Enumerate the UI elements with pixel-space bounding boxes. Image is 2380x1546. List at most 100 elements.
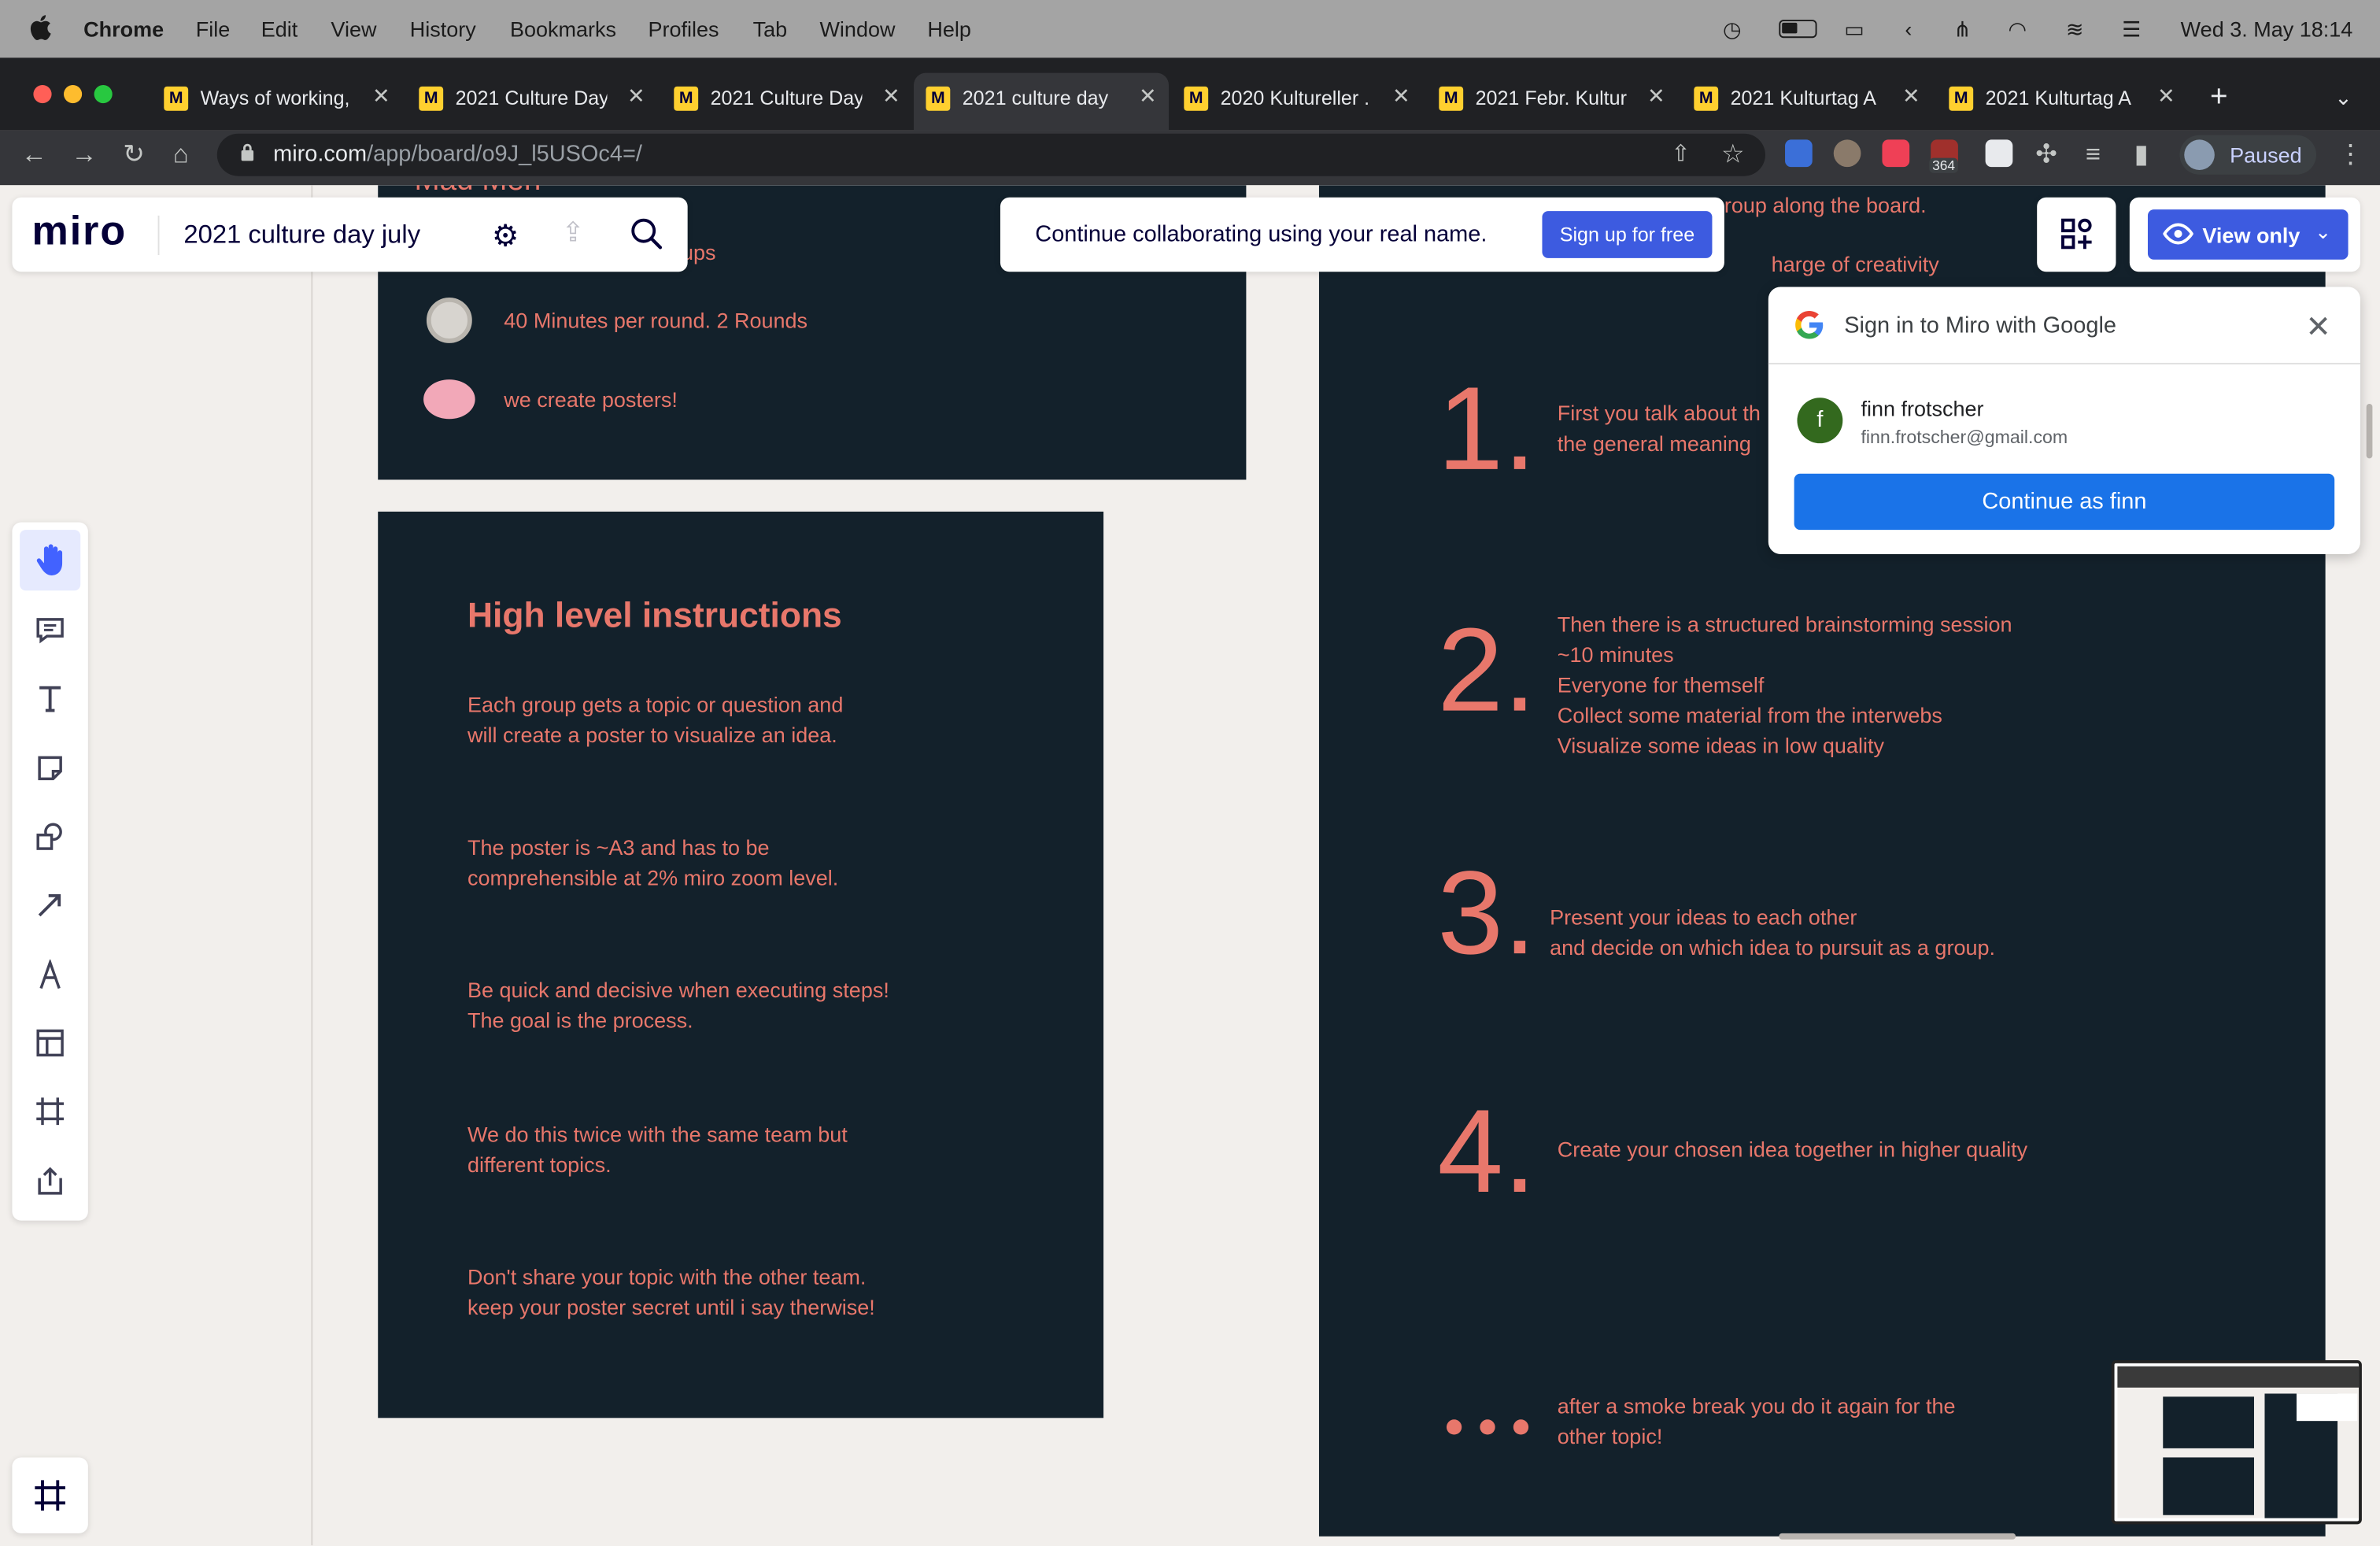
home-button[interactable]: ⌂: [173, 139, 189, 170]
tab-1[interactable]: M 2021 Culture Day ✕: [407, 73, 657, 124]
tab-active[interactable]: M 2021 culture day ✕: [914, 72, 1170, 131]
menu-tab[interactable]: Tab: [753, 17, 788, 41]
profile-paused-button[interactable]: Paused: [2179, 135, 2317, 175]
close-icon[interactable]: ✕: [882, 83, 900, 109]
close-icon[interactable]: ✕: [2306, 309, 2331, 346]
extension-box-icon[interactable]: [1985, 139, 2013, 168]
account-avatar: f: [1797, 398, 1843, 444]
reload-button[interactable]: ↻: [123, 139, 144, 170]
connection-line-icon[interactable]: [20, 875, 80, 935]
back-button[interactable]: ←: [21, 139, 47, 170]
view-only-button[interactable]: View only ⌄: [2147, 209, 2349, 260]
window-minimize-button[interactable]: [64, 85, 83, 104]
close-icon[interactable]: ✕: [1647, 83, 1665, 109]
brain-icon: [423, 379, 475, 420]
templates-icon[interactable]: [20, 1012, 80, 1073]
hand-tool-icon[interactable]: [20, 530, 81, 591]
display-icon[interactable]: ▭: [1844, 17, 1864, 43]
tab-title: 2021 culture day: [962, 86, 1109, 109]
tab-search-chevron-icon[interactable]: ⌄: [2334, 85, 2352, 111]
menu-bookmarks[interactable]: Bookmarks: [510, 17, 616, 41]
chrome-menu-icon[interactable]: ⋮: [2338, 139, 2363, 170]
menu-window[interactable]: Window: [819, 17, 895, 41]
close-icon[interactable]: ✕: [2157, 83, 2175, 109]
menu-help[interactable]: Help: [927, 17, 971, 41]
miro-favicon-icon: M: [674, 86, 699, 111]
instructions-panel[interactable]: High level instructions Each group gets …: [378, 511, 1104, 1418]
menu-file[interactable]: File: [196, 17, 231, 41]
extension-owl-icon[interactable]: [1833, 139, 1861, 168]
window-maximize-button[interactable]: [94, 85, 113, 104]
vertical-scrollbar[interactable]: [2366, 404, 2373, 459]
settings-gear-icon[interactable]: ⚙: [492, 217, 519, 255]
instruction-1-line-2: will create a poster to visualize an ide…: [468, 723, 837, 747]
control-center-icon[interactable]: ☰: [2122, 17, 2141, 43]
wifi-icon[interactable]: ≋: [2066, 17, 2084, 43]
tab-7[interactable]: M 2021 Kulturtag A ✕: [1937, 73, 2187, 124]
step-5-line-2: other topic!: [1557, 1424, 1663, 1448]
frame-icon[interactable]: [20, 1081, 80, 1141]
menu-edit[interactable]: Edit: [261, 17, 298, 41]
menu-view[interactable]: View: [331, 17, 376, 41]
apple-icon[interactable]: [29, 13, 52, 46]
tab-6[interactable]: M 2021 Kulturtag A ✕: [1682, 73, 1932, 124]
google-sign-in-popup: Sign in to Miro with Google ✕ f finn fro…: [1768, 287, 2360, 554]
tab-5[interactable]: M 2021 Febr. Kultur ✕: [1427, 73, 1677, 124]
menubar-clock[interactable]: Wed 3. May 18:14: [2181, 17, 2353, 41]
board-title[interactable]: 2021 culture day july: [183, 220, 420, 251]
text-tool-icon[interactable]: [20, 668, 80, 729]
shapes-icon[interactable]: [20, 806, 80, 867]
network-icon[interactable]: ⋔: [1953, 17, 1972, 43]
instruction-5-line-2: keep your poster secret until i say ther…: [468, 1295, 875, 1319]
share-icon[interactable]: ⇧: [1671, 139, 1690, 167]
vpn-icon[interactable]: ◠: [2009, 17, 2027, 43]
menu-history[interactable]: History: [410, 17, 476, 41]
bitwarden-extension-icon[interactable]: [1785, 139, 1813, 168]
new-tab-button[interactable]: +: [2210, 80, 2228, 115]
sign-up-button[interactable]: Sign up for free: [1542, 211, 1713, 258]
bookmark-star-icon[interactable]: ☆: [1721, 139, 1744, 170]
pen-tool-icon[interactable]: [20, 945, 80, 1005]
frames-list-button[interactable]: [12, 1457, 88, 1533]
horizontal-scrollbar[interactable]: [1779, 1533, 2016, 1540]
tab-title: Ways of working,: [200, 86, 350, 109]
side-panel-icon[interactable]: ▮: [2134, 139, 2149, 170]
instruction-1-line-1: Each group gets a topic or question and: [468, 692, 844, 717]
time-machine-icon[interactable]: ◷: [1723, 17, 1742, 43]
sticky-note-icon[interactable]: [20, 738, 80, 798]
battery-icon[interactable]: [1779, 20, 1817, 39]
avatar: [2184, 139, 2215, 171]
tab-2[interactable]: M 2021 Culture Day ✕: [662, 73, 912, 124]
continue-as-button[interactable]: Continue as finn: [1794, 473, 2335, 531]
close-icon[interactable]: ✕: [1902, 83, 1920, 109]
export-upload-icon[interactable]: ⇪: [562, 217, 585, 250]
chevron-left-icon[interactable]: ‹: [1905, 17, 1912, 41]
mac-menubar: Chrome File Edit View History Bookmarks …: [0, 0, 2380, 58]
close-icon[interactable]: ✕: [627, 83, 645, 109]
menu-profiles[interactable]: Profiles: [649, 17, 719, 41]
comment-icon[interactable]: [20, 600, 80, 660]
lock-icon[interactable]: [240, 142, 255, 162]
google-logo-icon: [1794, 309, 1825, 340]
tab-0[interactable]: M Ways of working, ✕: [152, 73, 402, 124]
step-number-4: 4.: [1437, 1084, 1536, 1218]
url-text[interactable]: miro.com/app/board/o9J_l5USOc4=/: [273, 141, 642, 167]
apps-button[interactable]: [2037, 197, 2116, 272]
upload-icon[interactable]: [20, 1151, 80, 1211]
sign-up-banner: Continue collaborating using your real n…: [1000, 197, 1724, 272]
tab-4[interactable]: M 2020 Kultureller . ✕: [1172, 73, 1422, 124]
forward-button[interactable]: →: [72, 139, 98, 170]
extensions-puzzle-icon[interactable]: ✣: [2035, 139, 2057, 170]
miro-header: miro 2021 culture day july ⚙ ⇪: [12, 197, 688, 272]
window-close-button[interactable]: [33, 85, 52, 104]
close-icon[interactable]: ✕: [372, 83, 390, 109]
miro-logo[interactable]: miro: [32, 208, 128, 255]
close-icon[interactable]: ✕: [1392, 83, 1410, 109]
board-minimap[interactable]: [2111, 1360, 2362, 1525]
reading-list-icon[interactable]: ≡: [2086, 139, 2101, 170]
search-icon[interactable]: [630, 217, 663, 250]
minimap-panel-2: [2163, 1457, 2254, 1515]
pocket-extension-icon[interactable]: [1882, 139, 1910, 168]
menu-app-name[interactable]: Chrome: [83, 17, 164, 41]
close-icon[interactable]: ✕: [1139, 83, 1157, 109]
